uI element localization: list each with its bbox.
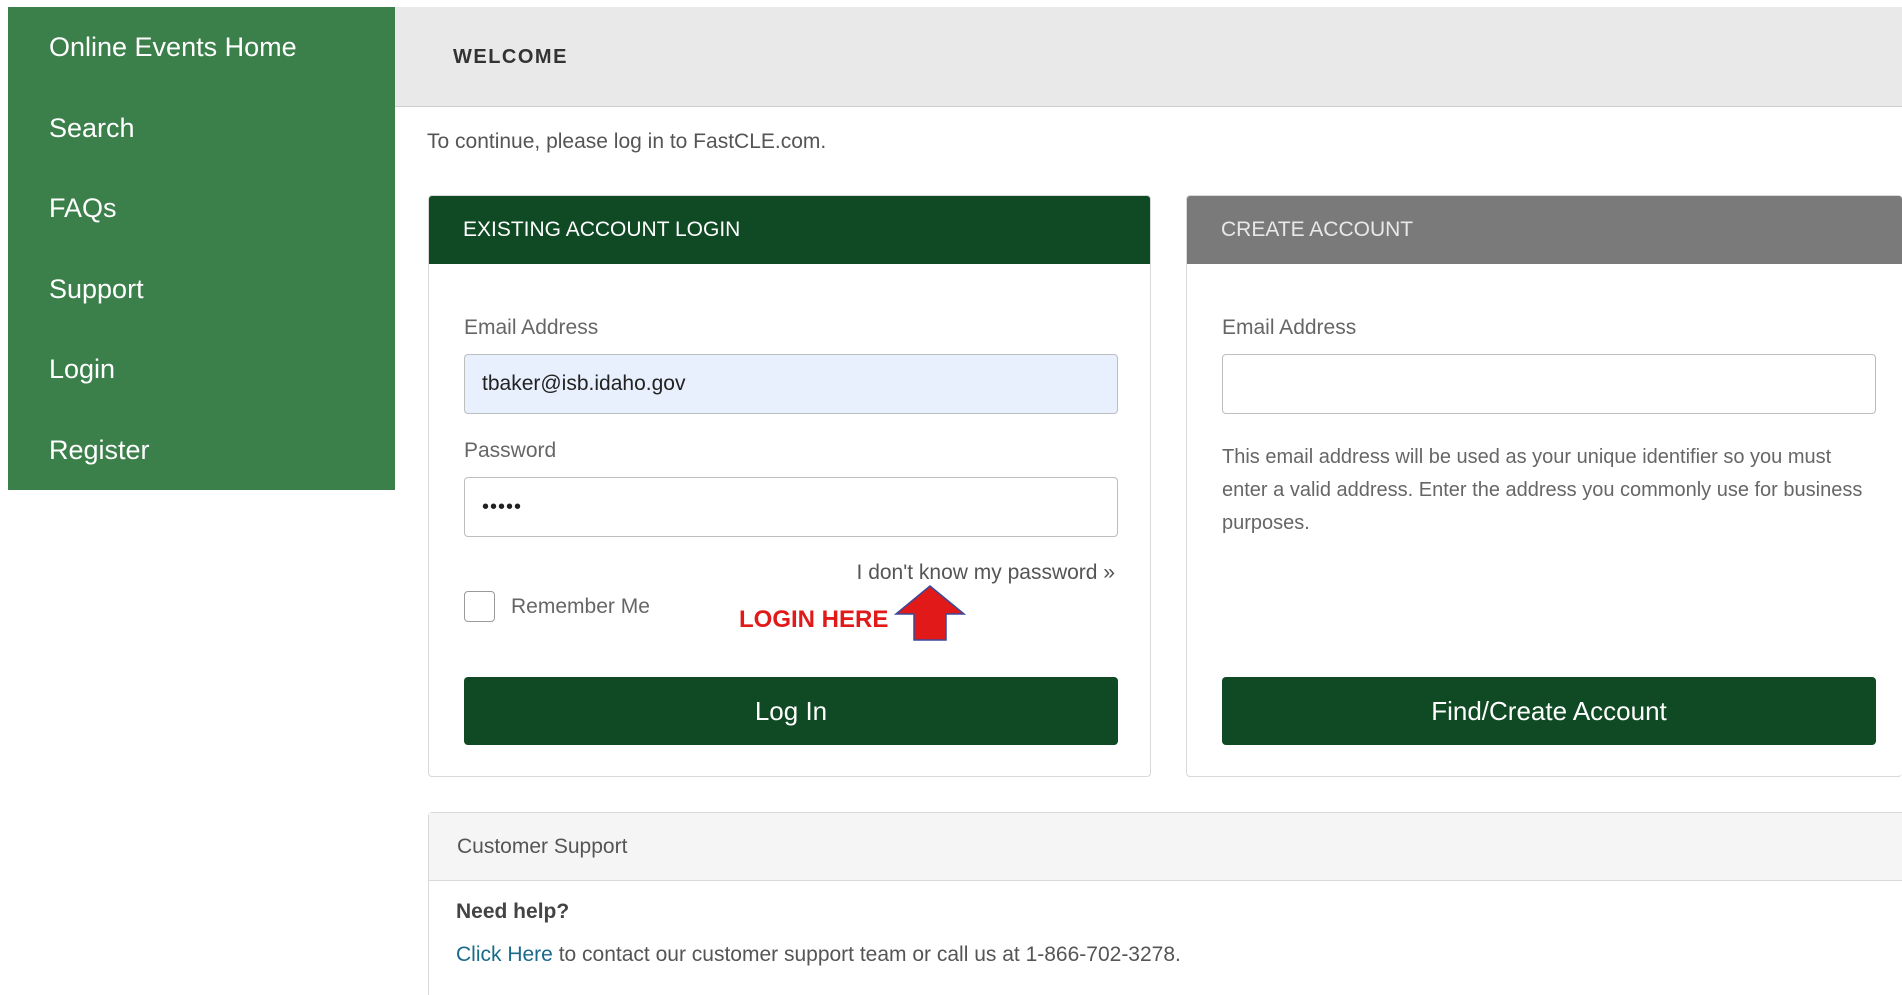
customer-support-heading: Customer Support (429, 813, 1902, 881)
create-email-help-text: This email address will be used as your … (1222, 446, 1863, 534)
remember-me-checkbox[interactable] (464, 591, 495, 622)
forgot-password-link[interactable]: I don't know my password » (857, 561, 1115, 585)
login-email-input[interactable] (464, 354, 1118, 414)
login-panel-heading: EXISTING ACCOUNT LOGIN (429, 196, 1150, 264)
find-create-account-button[interactable]: Find/Create Account (1222, 677, 1876, 745)
remember-me-toggle[interactable]: Remember Me (464, 591, 650, 622)
login-password-label: Password (464, 439, 557, 462)
sidebar-item-support[interactable]: Support (8, 249, 395, 330)
login-here-annotation: LOGIN HERE (739, 606, 889, 633)
contact-support-link[interactable]: Click Here (456, 943, 553, 966)
sidebar-item-online-events-home[interactable]: Online Events Home (8, 7, 395, 88)
red-up-arrow-icon (894, 585, 966, 641)
create-account-heading: CREATE ACCOUNT (1187, 196, 1902, 264)
login-email-label: Email Address (464, 316, 599, 339)
intro-text: To continue, please log in to FastCLE.co… (427, 130, 827, 153)
remember-me-label: Remember Me (511, 594, 650, 618)
login-panel: EXISTING ACCOUNT LOGIN Email Address Pas… (428, 195, 1151, 777)
sidebar-item-faqs[interactable]: FAQs (8, 168, 395, 249)
login-password-input[interactable] (464, 477, 1118, 537)
page-title: WELCOME (453, 46, 568, 68)
create-account-panel: CREATE ACCOUNT Email Address This email … (1186, 195, 1902, 777)
support-contact-text: to contact our customer support team or … (552, 943, 1181, 966)
create-email-label: Email Address (1222, 316, 1357, 339)
need-help-heading: Need help? (456, 900, 570, 923)
sidebar-item-search[interactable]: Search (8, 88, 395, 169)
sidebar-item-register[interactable]: Register (8, 410, 395, 491)
page-header: WELCOME (395, 7, 1902, 107)
support-contact-line: Click Here to contact our customer suppo… (456, 943, 1181, 967)
log-in-button[interactable]: Log In (464, 677, 1118, 745)
sidebar-nav: Online Events Home Search FAQs Support L… (8, 7, 395, 490)
customer-support-panel: Customer Support Need help? Click Here t… (428, 812, 1902, 995)
sidebar-item-login[interactable]: Login (8, 329, 395, 410)
create-email-input[interactable] (1222, 354, 1876, 414)
